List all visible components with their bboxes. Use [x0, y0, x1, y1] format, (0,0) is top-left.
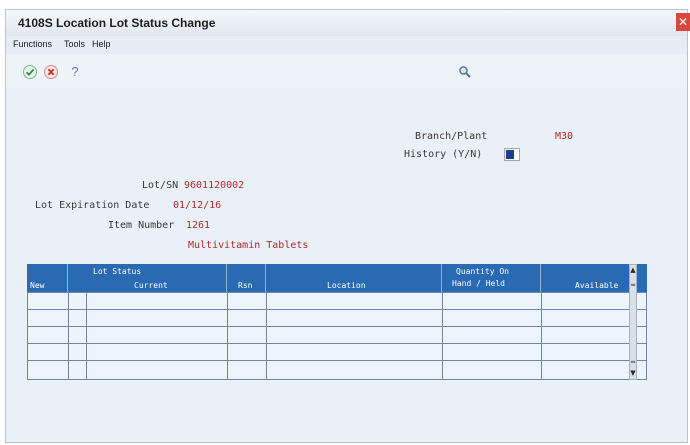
col-header-quantity[interactable]: Quantity On Hand / Held	[442, 264, 541, 292]
col-header-hand-held-label: Hand / Held	[452, 279, 505, 288]
col-header-new-label: New	[30, 281, 45, 290]
grid-row[interactable]	[28, 344, 646, 361]
col-header-available-label: Available	[575, 281, 619, 290]
question-icon[interactable]: ?	[67, 64, 83, 80]
column-divider	[541, 293, 542, 379]
toolbar: ?	[6, 54, 687, 88]
scroll-down-icon[interactable]: ▼	[630, 369, 636, 378]
column-divider	[227, 293, 228, 379]
lot-expiration-field[interactable]: 01/12/16	[173, 200, 221, 211]
grid-row[interactable]	[28, 293, 646, 310]
item-number-label: Item Number	[108, 220, 175, 231]
grid-row[interactable]	[28, 327, 646, 344]
form-area: Branch/Plant M30 History (Y/N) N Lot/SN …	[6, 90, 687, 444]
grid-scrollbar[interactable]: ▲ ═ ═ ▼	[629, 264, 637, 380]
branch-plant-field[interactable]: M30	[555, 131, 573, 142]
item-number-field[interactable]: 1261	[186, 220, 210, 231]
col-header-new[interactable]: New	[27, 264, 68, 292]
close-icon[interactable]: ✕	[676, 13, 690, 31]
scroll-bottom-icon[interactable]: ═	[630, 358, 636, 367]
lot-expiration-label: Lot Expiration Date	[35, 200, 150, 211]
grid-row[interactable]	[28, 361, 646, 378]
lot-status-grid: New Lot Status Current Rsn Location Quan…	[27, 264, 647, 380]
x-icon[interactable]	[43, 64, 59, 80]
menu-help[interactable]: Help	[92, 39, 111, 49]
col-header-location[interactable]: Location	[266, 264, 442, 292]
lot-sn-label: Lot/SN	[142, 180, 179, 191]
column-divider	[266, 293, 267, 379]
application-window: 4108S Location Lot Status Change ✕ ↙ Fun…	[5, 9, 690, 444]
col-header-rsn-label: Rsn	[238, 281, 253, 290]
scroll-up-icon[interactable]: ▲	[630, 266, 636, 275]
grid-body	[27, 292, 647, 380]
item-description: Multivitamin Tablets	[188, 240, 309, 251]
lot-sn-field[interactable]: 9601120002	[184, 180, 244, 191]
history-label: History (Y/N)	[404, 149, 483, 160]
magnifier-icon[interactable]	[457, 64, 473, 80]
menu-functions[interactable]: Functions	[13, 39, 52, 49]
col-header-current[interactable]: Lot Status Current	[68, 264, 227, 292]
scroll-top-icon[interactable]: ═	[630, 281, 636, 290]
grid-header: New Lot Status Current Rsn Location Quan…	[27, 264, 647, 292]
col-header-location-label: Location	[327, 281, 366, 290]
col-header-lot-status-label: Lot Status	[93, 267, 142, 276]
menu-tools[interactable]: Tools	[64, 39, 85, 49]
history-field[interactable]	[504, 148, 520, 161]
col-header-current-label: Current	[134, 281, 168, 290]
title-bar: 4108S Location Lot Status Change ✕	[6, 10, 690, 37]
check-icon[interactable]	[22, 64, 38, 80]
column-divider	[68, 293, 69, 379]
branch-plant-label: Branch/Plant	[415, 131, 488, 142]
column-divider	[442, 293, 443, 379]
column-divider	[86, 293, 87, 379]
text-cursor	[506, 150, 514, 159]
col-header-quantity-label: Quantity On	[456, 267, 509, 276]
window-title: 4108S Location Lot Status Change	[18, 16, 216, 30]
col-header-rsn[interactable]: Rsn	[227, 264, 266, 292]
grid-row[interactable]	[28, 310, 646, 327]
menu-bar: Functions Tools Help	[6, 36, 687, 55]
